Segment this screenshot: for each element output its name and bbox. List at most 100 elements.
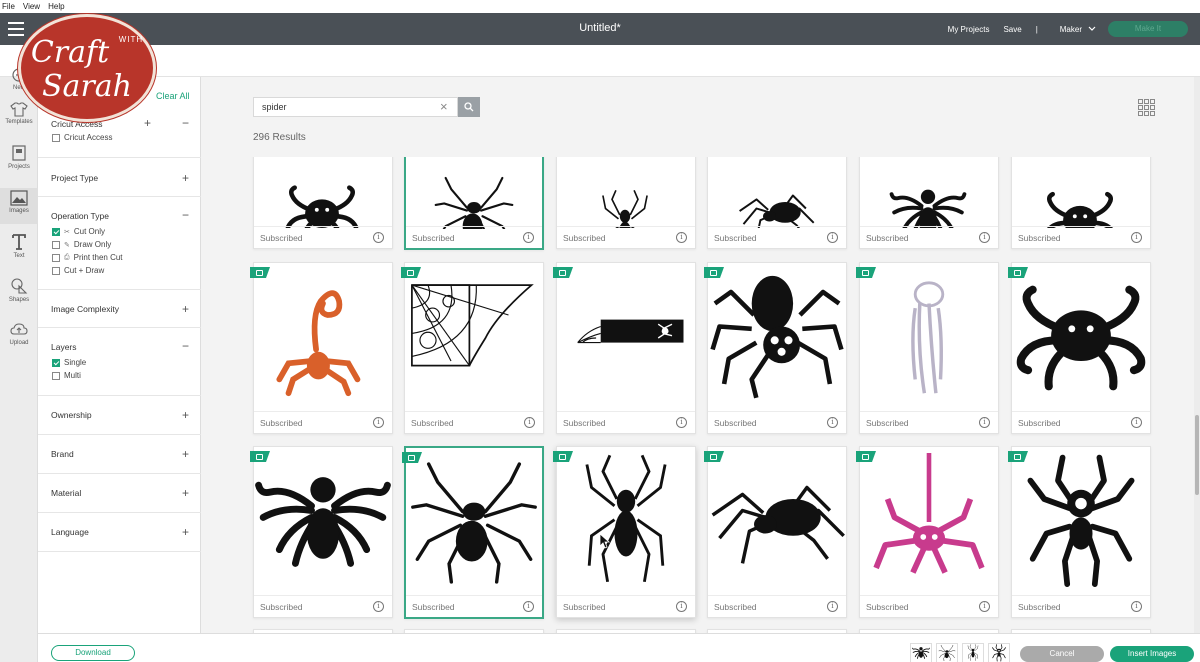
spider-image xyxy=(1012,157,1148,228)
save-link[interactable]: Save xyxy=(1003,25,1021,34)
mouse-cursor-icon xyxy=(599,533,611,549)
image-card[interactable]: Subscribed i xyxy=(1011,157,1151,249)
rail-text[interactable]: Text xyxy=(0,233,38,259)
expand-icon[interactable]: + xyxy=(182,526,189,538)
make-it-button[interactable]: Make It xyxy=(1108,21,1188,37)
cut-only-checkbox[interactable]: ✂ Cut Only xyxy=(52,227,105,236)
spider-image xyxy=(254,157,390,228)
image-card[interactable]: Subscribed i xyxy=(856,446,999,618)
single-layer-checkbox[interactable]: Single xyxy=(52,358,86,367)
grid-view-icon[interactable] xyxy=(1138,99,1155,116)
rail-shapes[interactable]: Shapes xyxy=(0,277,38,303)
printer-icon: ⎙ xyxy=(64,253,70,261)
selected-thumbnail[interactable] xyxy=(962,643,984,662)
info-icon[interactable]: i xyxy=(676,232,687,243)
menu-view[interactable]: View xyxy=(23,2,40,11)
selected-thumbnail[interactable] xyxy=(910,643,932,662)
image-card[interactable]: Subscribed i xyxy=(404,157,544,250)
menu-file[interactable]: File xyxy=(2,2,15,11)
filter-image-complexity[interactable]: Image Complexity + xyxy=(38,290,201,328)
clear-all-link[interactable]: Clear All xyxy=(156,91,190,101)
spider-image xyxy=(1012,447,1150,597)
spider-image xyxy=(434,176,514,229)
machine-selector[interactable]: Maker xyxy=(1060,25,1096,34)
expand-icon[interactable]: + xyxy=(182,487,189,499)
download-button[interactable]: Download xyxy=(51,645,135,661)
print-then-cut-checkbox[interactable]: ⎙ Print then Cut xyxy=(52,253,123,262)
cricut-access-plus-icon[interactable]: + xyxy=(144,117,151,129)
search-icon xyxy=(464,102,474,112)
image-card[interactable]: Subscribed i xyxy=(253,157,393,249)
expand-icon[interactable]: + xyxy=(182,409,189,421)
filter-project-type[interactable]: Project Type + xyxy=(38,158,201,197)
info-icon[interactable]: i xyxy=(523,601,534,612)
scrollbar[interactable] xyxy=(1194,77,1200,633)
image-card[interactable]: Subscribed i xyxy=(556,157,696,249)
image-card[interactable]: Subscribed i xyxy=(401,262,544,434)
info-icon[interactable]: i xyxy=(827,601,838,612)
expand-icon[interactable]: + xyxy=(182,448,189,460)
image-card[interactable]: Subscribed i xyxy=(704,446,847,618)
rail-upload[interactable]: Upload xyxy=(0,322,38,346)
insert-images-button[interactable]: Insert Images xyxy=(1110,646,1194,662)
menu-help[interactable]: Help xyxy=(48,2,64,11)
info-icon[interactable]: i xyxy=(979,417,990,428)
info-icon[interactable]: i xyxy=(979,601,990,612)
info-icon[interactable]: i xyxy=(1131,601,1142,612)
image-card[interactable]: Subscribed i xyxy=(1008,262,1151,434)
hamburger-menu-icon[interactable] xyxy=(8,22,24,36)
image-card[interactable]: Subscribed i xyxy=(1008,446,1151,618)
rail-templates[interactable]: Templates xyxy=(0,101,38,125)
info-icon[interactable]: i xyxy=(676,417,687,428)
filter-brand[interactable]: Brand + xyxy=(38,435,201,474)
image-card[interactable]: Subscribed i xyxy=(704,262,847,434)
rail-images[interactable]: Images xyxy=(0,188,38,224)
selected-thumbnail[interactable] xyxy=(936,643,958,662)
filter-material[interactable]: Material + xyxy=(38,474,201,513)
search-input[interactable]: spider xyxy=(253,97,458,117)
info-icon[interactable]: i xyxy=(373,232,384,243)
image-card[interactable]: Subscribed i xyxy=(856,262,999,434)
info-icon[interactable]: i xyxy=(676,601,687,612)
clear-search-icon[interactable]: × xyxy=(440,99,448,114)
images-icon xyxy=(10,190,28,206)
info-icon[interactable]: i xyxy=(1131,232,1142,243)
info-icon[interactable]: i xyxy=(523,232,534,243)
cricut-access-checkbox[interactable]: Cricut Access xyxy=(52,133,112,142)
cut-draw-checkbox[interactable]: Cut + Draw xyxy=(52,266,104,275)
rail-projects[interactable]: Projects xyxy=(0,144,38,170)
image-card[interactable]: Subscribed i xyxy=(402,446,544,619)
filter-language[interactable]: Language + xyxy=(38,513,201,552)
expand-icon[interactable]: + xyxy=(182,303,189,315)
info-icon[interactable]: i xyxy=(373,601,384,612)
spider-banner-image xyxy=(577,318,685,344)
filter-ownership[interactable]: Ownership + xyxy=(38,396,201,435)
selected-thumbnail[interactable] xyxy=(988,643,1010,662)
search-button[interactable] xyxy=(458,97,480,117)
image-card[interactable]: Subscribed i xyxy=(553,262,696,434)
info-icon[interactable]: i xyxy=(524,417,535,428)
filter-operation-type: Operation Type − ✂ Cut Only ✎ Draw Only … xyxy=(38,197,201,290)
image-card[interactable]: Subscribed i xyxy=(707,157,847,249)
info-icon[interactable]: i xyxy=(373,417,384,428)
collapse-icon[interactable]: − xyxy=(182,209,189,221)
my-projects-link[interactable]: My Projects xyxy=(948,25,990,34)
info-icon[interactable]: i xyxy=(827,232,838,243)
info-icon[interactable]: i xyxy=(1131,417,1142,428)
image-card[interactable]: Subscribed i xyxy=(859,157,999,249)
image-card[interactable]: Subscribed i xyxy=(250,262,393,434)
info-icon[interactable]: i xyxy=(979,232,990,243)
multi-layer-checkbox[interactable]: Multi xyxy=(52,371,81,380)
spider-image xyxy=(602,189,648,228)
crawling-spider-image xyxy=(710,485,846,566)
image-card[interactable]: Subscribed i xyxy=(250,446,393,618)
info-icon[interactable]: i xyxy=(827,417,838,428)
expand-icon[interactable]: + xyxy=(182,172,189,184)
scrollbar-thumb[interactable] xyxy=(1195,415,1199,495)
image-card[interactable]: Subscribed i xyxy=(553,446,696,618)
collapse-icon[interactable]: − xyxy=(182,117,189,129)
draw-only-checkbox[interactable]: ✎ Draw Only xyxy=(52,240,111,249)
cancel-button[interactable]: Cancel xyxy=(1020,646,1104,662)
collapse-icon[interactable]: − xyxy=(182,340,189,352)
top-bar: Untitled* My Projects Save | Maker Make … xyxy=(0,13,1200,45)
